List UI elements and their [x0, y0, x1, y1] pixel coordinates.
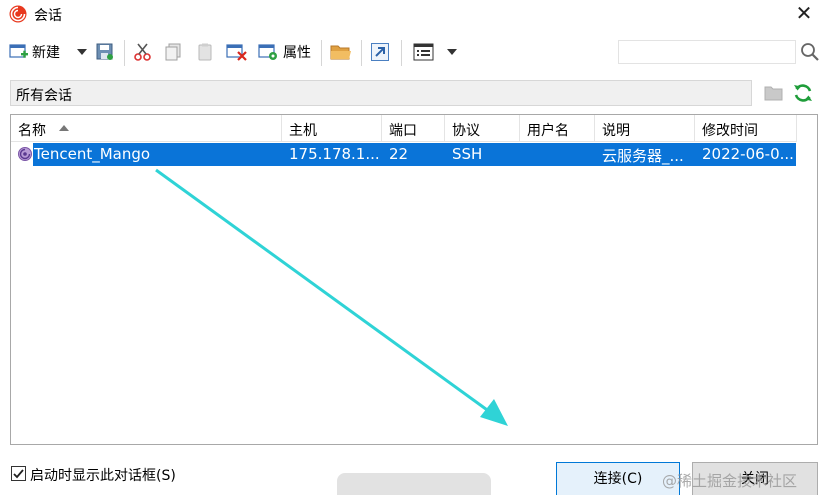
view-button[interactable]	[413, 40, 435, 64]
session-protocol-cell: SSH	[452, 145, 483, 163]
title-bar: 会话 ✕	[0, 0, 823, 30]
chevron-down-icon	[447, 49, 457, 55]
column-header-label: 名称	[18, 123, 46, 139]
column-header-label: 说明	[602, 123, 630, 139]
folder-icon	[330, 45, 351, 60]
properties-button-label: 属性	[283, 45, 311, 61]
session-description-cell: 云服务器_...	[602, 147, 684, 165]
toolbar-separator	[361, 40, 362, 66]
close-button[interactable]: 关闭	[692, 462, 818, 495]
column-header-label: 修改时间	[702, 123, 758, 139]
shortcut-arrow-icon	[371, 43, 389, 61]
column-header-modified[interactable]: 修改时间	[695, 115, 797, 142]
paste-button[interactable]	[195, 40, 215, 64]
new-session-icon	[9, 44, 28, 58]
column-header-label: 协议	[452, 123, 480, 139]
refresh-icon[interactable]	[792, 82, 814, 104]
view-dropdown-button[interactable]	[447, 40, 457, 64]
copy-button[interactable]	[163, 40, 183, 64]
xshell-app-icon	[9, 5, 27, 23]
column-header-name[interactable]: 名称	[11, 115, 282, 142]
toolbar-separator	[321, 40, 322, 66]
connect-button[interactable]: 连接(C)	[556, 462, 680, 495]
session-icon	[18, 147, 32, 161]
session-port-cell: 22	[389, 145, 409, 163]
properties-icon	[258, 44, 277, 60]
table-row[interactable]: Tencent_Mango 175.178.1... 22 SSH 云服务器_.…	[32, 142, 797, 167]
new-button[interactable]: 新建	[9, 40, 60, 64]
column-header-host[interactable]: 主机	[282, 115, 382, 142]
new-button-label: 新建	[32, 45, 60, 61]
startup-checkbox-label[interactable]: 启动时显示此对话框(S)	[30, 465, 176, 485]
close-icon[interactable]: ✕	[793, 2, 815, 24]
column-header-port[interactable]: 端口	[382, 115, 445, 142]
table-header: 名称 主机 端口 协议 用户名 说明 修改时间	[11, 115, 797, 142]
delete-icon	[226, 44, 247, 61]
session-folder-path: 所有会话	[10, 80, 752, 106]
open-folder-button[interactable]	[330, 40, 352, 64]
cut-button[interactable]	[133, 40, 153, 64]
toolbar-separator	[124, 40, 125, 66]
window-title: 会话	[34, 8, 62, 24]
column-header-label: 端口	[389, 123, 417, 139]
session-host-cell: 175.178.1...	[289, 145, 380, 163]
new-dropdown-button[interactable]	[77, 40, 87, 64]
column-header-label: 主机	[289, 123, 317, 139]
search-input[interactable]	[618, 40, 796, 64]
save-button[interactable]	[95, 40, 115, 64]
sort-ascending-icon	[59, 125, 69, 131]
search-icon[interactable]	[800, 42, 820, 62]
column-header-protocol[interactable]: 协议	[445, 115, 520, 142]
session-name-cell: Tencent_Mango	[34, 145, 151, 163]
column-header-description[interactable]: 说明	[595, 115, 695, 142]
save-icon	[96, 43, 113, 60]
session-modified-cell: 2022-06-0...	[702, 145, 794, 163]
chevron-down-icon	[77, 49, 87, 55]
scissors-icon	[134, 43, 151, 61]
checkmark-icon	[13, 469, 24, 479]
column-header-username[interactable]: 用户名	[520, 115, 595, 142]
toolbar-separator	[401, 40, 402, 66]
properties-button[interactable]: 属性	[258, 40, 311, 64]
list-view-icon	[413, 43, 434, 61]
copy-icon	[165, 43, 181, 61]
obscured-overlay	[337, 473, 491, 495]
column-header-label: 用户名	[527, 123, 569, 139]
paste-icon	[198, 43, 212, 61]
startup-checkbox[interactable]	[11, 466, 26, 481]
new-folder-icon[interactable]	[764, 84, 784, 102]
session-list: 名称 主机 端口 协议 用户名 说明 修改时间 Tencent_Mango 17…	[10, 114, 818, 445]
shortcut-button[interactable]	[370, 40, 390, 64]
delete-button[interactable]	[226, 40, 248, 64]
